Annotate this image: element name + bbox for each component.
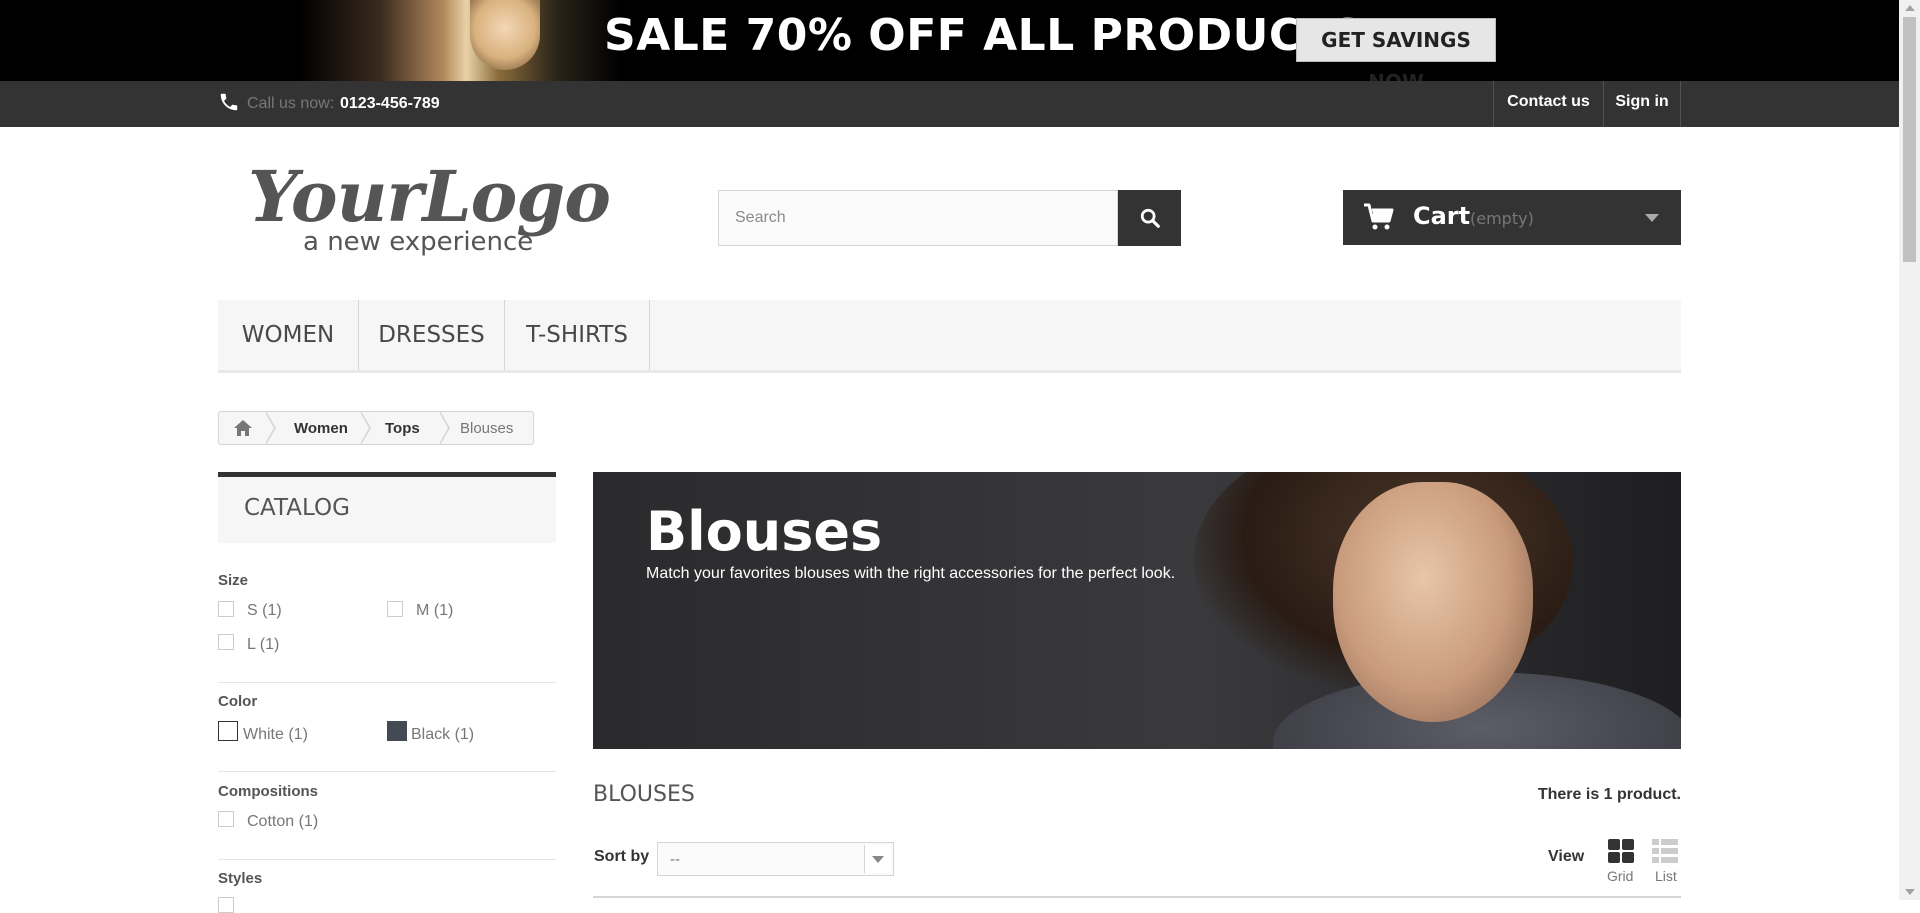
call-us-label: Call us now:	[247, 95, 335, 112]
size-s-label[interactable]: S (1)	[247, 602, 282, 620]
color-black-swatch[interactable]	[387, 721, 407, 741]
banner-headline: SALE 70% OFF ALL PRODUCTS	[604, 10, 1365, 61]
banner-model-image	[470, 0, 540, 70]
color-white-label[interactable]: White (1)	[243, 726, 308, 744]
category-hero-description: Match your favorites blouses with the ri…	[646, 565, 1176, 582]
menu-item-women[interactable]: WOMEN	[218, 300, 359, 370]
cart-status: (empty)	[1470, 209, 1534, 228]
size-filter-title: Size	[218, 572, 249, 589]
styles-filter-title: Styles	[218, 870, 263, 887]
breadcrumb-separator	[360, 411, 371, 445]
composition-cotton-label[interactable]: Cotton (1)	[247, 813, 318, 831]
color-black-label[interactable]: Black (1)	[411, 726, 474, 744]
chevron-down-icon	[872, 856, 884, 863]
category-heading: BLOUSES	[593, 782, 695, 807]
banner-photo	[300, 0, 620, 81]
logo-tagline: a new experience	[303, 227, 534, 257]
search-icon	[1140, 208, 1160, 228]
search-button[interactable]	[1118, 190, 1181, 246]
sign-in-link[interactable]: Sign in	[1603, 81, 1681, 127]
grid-view-label[interactable]: Grid	[1607, 868, 1633, 884]
top-navbar: Call us now: 0123-456-789 Contact us Sig…	[0, 81, 1899, 127]
breadcrumb-current: Blouses	[460, 420, 514, 437]
list-view-icon[interactable]	[1651, 838, 1679, 864]
content-divider	[593, 896, 1681, 898]
size-l-checkbox[interactable]	[218, 634, 234, 650]
filter-divider	[218, 682, 556, 683]
grid-view-icon[interactable]	[1607, 838, 1635, 864]
search-input[interactable]	[718, 190, 1118, 246]
category-hero-title: Blouses	[646, 500, 883, 563]
page-scrollbar[interactable]	[1899, 0, 1920, 900]
breadcrumb: Women Tops Blouses	[218, 411, 534, 445]
chevron-down-icon	[1645, 214, 1659, 222]
color-white-swatch[interactable]	[218, 721, 238, 741]
compositions-filter-title: Compositions	[218, 783, 318, 800]
filter-divider	[218, 771, 556, 772]
size-m-checkbox[interactable]	[387, 601, 403, 617]
cart-button[interactable]: Cart (empty)	[1343, 190, 1681, 245]
product-count: There is 1 product.	[1537, 786, 1681, 803]
size-s-checkbox[interactable]	[218, 601, 234, 617]
breadcrumb-separator	[265, 411, 276, 445]
composition-cotton-checkbox[interactable]	[218, 811, 234, 827]
list-view-label[interactable]: List	[1655, 868, 1677, 884]
sort-select[interactable]: --	[657, 842, 894, 876]
main-menu: WOMEN DRESSES T-SHIRTS	[218, 300, 1681, 373]
scroll-down-arrow-icon[interactable]	[1905, 889, 1915, 895]
styles-checkbox[interactable]	[218, 897, 234, 913]
sort-by-label: Sort by	[594, 848, 650, 865]
home-icon[interactable]	[233, 418, 253, 438]
scrollbar-thumb[interactable]	[1903, 17, 1916, 262]
hero-model-face	[1333, 482, 1533, 722]
cart-label: Cart	[1413, 202, 1471, 230]
breadcrumb-tops[interactable]: Tops	[385, 420, 420, 437]
sort-dropdown-toggle[interactable]	[864, 845, 891, 873]
get-savings-button[interactable]: GET SAVINGS NOW	[1296, 18, 1496, 81]
contact-us-link[interactable]: Contact us	[1493, 81, 1603, 127]
phone-icon	[220, 93, 238, 111]
view-label: View	[1548, 848, 1585, 865]
logo-wordmark: YourLogo	[248, 155, 611, 238]
color-filter-title: Color	[218, 693, 258, 710]
phone-number: 0123-456-789	[340, 95, 440, 112]
breadcrumb-separator	[439, 411, 450, 445]
size-l-label[interactable]: L (1)	[247, 636, 279, 654]
catalog-title: CATALOG	[244, 495, 350, 521]
promo-banner[interactable]: SALE 70% OFF ALL PRODUCTS GET SAVINGS NO…	[0, 0, 1899, 81]
menu-item-tshirts[interactable]: T-SHIRTS	[505, 300, 650, 370]
scroll-up-arrow-icon[interactable]	[1905, 5, 1915, 11]
site-logo[interactable]: YourLogo a new experience	[248, 155, 611, 265]
catalog-block: CATALOG	[218, 472, 556, 543]
sort-selected-value: --	[670, 851, 680, 868]
category-banner: Blouses Match your favorites blouses wit…	[593, 472, 1681, 749]
breadcrumb-women[interactable]: Women	[294, 420, 348, 437]
cart-icon	[1364, 203, 1394, 230]
filter-divider	[218, 859, 556, 860]
menu-item-dresses[interactable]: DRESSES	[359, 300, 505, 370]
size-m-label[interactable]: M (1)	[416, 602, 453, 620]
